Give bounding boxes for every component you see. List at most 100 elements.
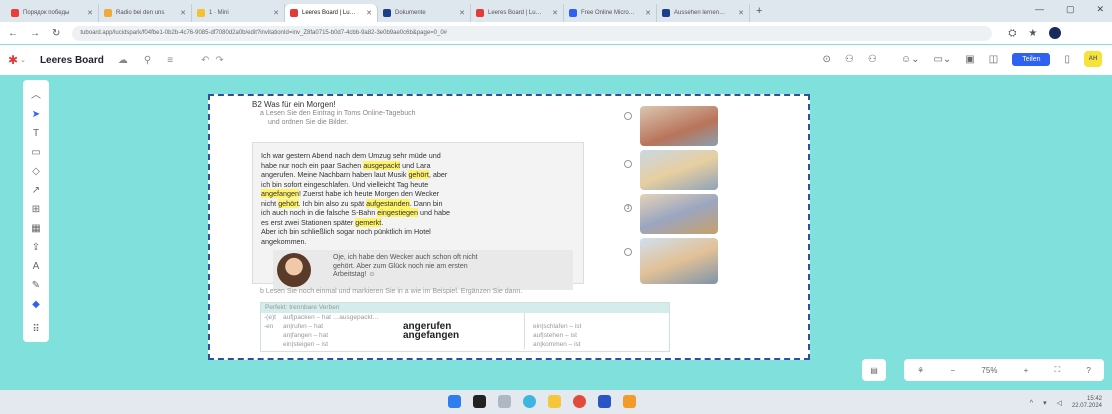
zoom-level[interactable]: 75% (981, 366, 997, 375)
timer-icon[interactable]: ⊙ (823, 54, 831, 65)
table-cell: ein|steigen – ist (283, 341, 329, 348)
browser-tab[interactable]: Leeres Board | Lu… ✕ (285, 4, 378, 22)
frame-tool-icon[interactable]: ⊞ (32, 204, 40, 215)
close-icon[interactable]: ✕ (1096, 4, 1104, 15)
answer-circle-2[interactable] (624, 160, 632, 168)
view-icon[interactable]: ⚘ (917, 366, 924, 375)
help-icon[interactable]: ? (1086, 366, 1090, 375)
cloud-sync-icon[interactable]: ☁ (118, 55, 128, 66)
table-cell: auf|stehen – ist (533, 332, 577, 339)
handwritten-answer[interactable]: angefangen (403, 331, 525, 341)
reload-icon[interactable]: ↻ (52, 28, 60, 39)
table-cell: auf|packen – hat …ausgepackt… (283, 314, 379, 321)
word-icon[interactable] (598, 395, 611, 408)
maximize-icon[interactable]: ▢ (1066, 4, 1075, 15)
line-tool-icon[interactable]: ↗ (32, 185, 40, 196)
more-tools-icon[interactable]: ⠿ (32, 324, 39, 335)
handwritten-answer[interactable] (403, 340, 525, 349)
search-icon[interactable] (473, 395, 486, 408)
browser-tab[interactable]: Leeres Board | Lu… ✕ (471, 4, 564, 22)
table-cell (525, 313, 533, 322)
diary-line: angefangen! Zuerst habe ich heute Morgen… (261, 189, 440, 198)
back-icon[interactable]: ← (8, 28, 18, 39)
answer-circle-4[interactable] (624, 248, 632, 256)
undo-redo[interactable]: ↶↷ (201, 55, 230, 66)
tab-close-icon[interactable]: ✕ (366, 9, 372, 17)
color-picker-icon[interactable]: ◆ (32, 299, 40, 310)
tab-close-icon[interactable]: ✕ (645, 9, 651, 17)
tray-arrow-icon[interactable]: ^ (1030, 400, 1033, 407)
tab-label: Порядок победы (23, 10, 70, 16)
tab-favicon-icon (476, 9, 484, 17)
chat-icon[interactable]: ◫ (989, 54, 998, 65)
address-row: ← → ↻ tuboard.app/lucidspark/f04fbe1-0b2… (0, 22, 1112, 44)
collapse-icon[interactable]: ︿ (31, 86, 41, 101)
fit-screen-icon[interactable]: ⛶ (1055, 365, 1061, 375)
upload-icon[interactable]: ⇪ (32, 242, 40, 253)
table-cell: -en (264, 323, 274, 330)
task-view-icon[interactable] (498, 395, 511, 408)
browser-tab[interactable]: Dokumente ✕ (378, 4, 471, 22)
window-controls: — ▢ ✕ (1035, 4, 1104, 15)
picture-hotel (640, 238, 718, 284)
edge-icon[interactable] (523, 395, 536, 408)
zoom-out-button[interactable]: − (951, 366, 956, 375)
profile-icon[interactable] (1049, 27, 1062, 39)
board-title[interactable]: Leeres Board (40, 55, 104, 66)
tab-close-icon[interactable]: ✕ (552, 9, 558, 17)
collaborate-icon[interactable]: ⚇ (845, 54, 854, 65)
answer-circle-1[interactable] (624, 112, 632, 120)
tab-close-icon[interactable]: ✕ (273, 9, 279, 17)
translate-icon[interactable]: ⛭ (1008, 28, 1016, 39)
zoom-in-button[interactable]: + (1024, 366, 1029, 375)
browser-tab[interactable]: Aussehen lernen… ✕ (657, 4, 750, 22)
search-icon[interactable]: ⚲ (144, 55, 151, 66)
table-tool-icon[interactable]: ▦ (31, 223, 40, 234)
select-tool-icon[interactable]: ➤ (32, 109, 40, 120)
emoji-icon[interactable]: ☺⌄ (901, 54, 920, 65)
answer-circle-3[interactable]: 3 (624, 204, 632, 212)
bookmark-star-icon[interactable]: ★ (1028, 28, 1037, 39)
new-tab-icon[interactable]: + (756, 5, 762, 17)
pen-tool-icon[interactable]: ✎ (32, 280, 40, 291)
avatar[interactable]: AH (1084, 51, 1102, 67)
sticky-note-icon[interactable]: ▭ (31, 147, 40, 158)
chevron-down-icon[interactable]: ⌄ (20, 56, 26, 64)
chrome-icon[interactable] (573, 395, 586, 408)
browser-tab[interactable]: 1 · Mini ✕ (192, 4, 285, 22)
start-icon[interactable] (448, 395, 461, 408)
board-frame[interactable]: B2 Was für ein Morgen! a Lesen Sie den E… (208, 94, 810, 360)
app-logo-icon[interactable]: ✱ (8, 53, 18, 67)
volume-icon[interactable]: ◁ (1057, 399, 1062, 407)
url-bar[interactable]: tuboard.app/lucidspark/f04fbe1-0b2b-4c76… (72, 25, 993, 41)
font-tool-icon[interactable]: A (33, 261, 40, 272)
layout-icon[interactable]: ▯ (1064, 54, 1070, 65)
tab-close-icon[interactable]: ✕ (738, 9, 744, 17)
people-icon[interactable]: ⚇ (868, 54, 877, 65)
explorer-icon[interactable] (548, 395, 561, 408)
text-tool-icon[interactable]: T (33, 128, 39, 139)
table-cell: -(e)t (264, 314, 276, 321)
shape-tool-icon[interactable]: ◇ (32, 166, 40, 177)
forward-icon[interactable]: → (30, 28, 40, 39)
tab-close-icon[interactable]: ✕ (87, 9, 93, 17)
wifi-icon[interactable]: ▾ (1043, 399, 1047, 407)
minimize-icon[interactable]: — (1035, 4, 1044, 15)
comment-icon[interactable]: ▭⌄ (933, 54, 951, 65)
tab-close-icon[interactable]: ✕ (459, 9, 465, 17)
present-icon[interactable]: ▣ (965, 54, 974, 65)
browser-tab[interactable]: Порядок победы ✕ (6, 4, 99, 22)
table-row: -en an|rufen – hat angerufen ein|schlafen –… (261, 322, 669, 332)
tab-label: Leeres Board | Lu… (488, 10, 542, 16)
browser-tab[interactable]: Radio bei den uns ✕ (99, 4, 192, 22)
share-button[interactable]: Teilen (1012, 52, 1051, 66)
tab-close-icon[interactable]: ✕ (180, 9, 186, 17)
minimap-button[interactable]: ▤ (862, 359, 886, 381)
app-icon[interactable] (623, 395, 636, 408)
clock[interactable]: 15:42 22.07.2024 (1072, 396, 1102, 410)
diary-line: Ich war gestern Abend nach dem Umzug seh… (261, 151, 441, 160)
browser-tab[interactable]: Free Online Micro… ✕ (564, 4, 657, 22)
tab-label: Free Online Micro… (581, 10, 635, 16)
tab-label: Radio bei den uns (116, 10, 165, 16)
menu-icon[interactable]: ≡ (167, 55, 173, 66)
